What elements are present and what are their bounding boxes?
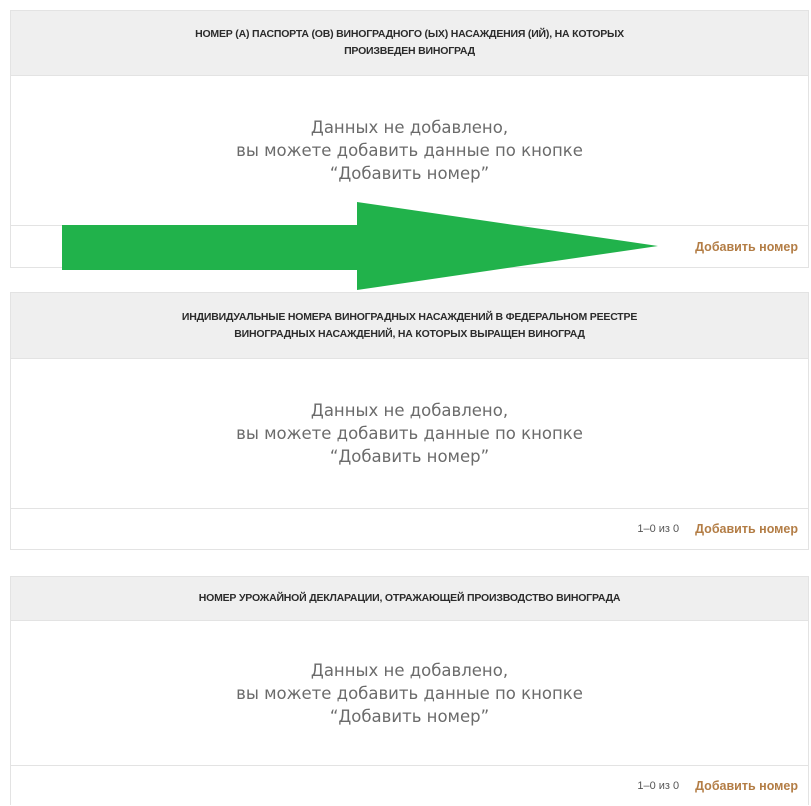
add-number-button[interactable]: Добавить номер — [695, 522, 798, 536]
registry-numbers-panel: ИНДИВИДУАЛЬНЫЕ НОМЕРА ВИНОГРАДНЫХ НАСАЖД… — [10, 292, 809, 550]
panel-title-line: ИНДИВИДУАЛЬНЫЕ НОМЕРА ВИНОГРАДНЫХ НАСАЖД… — [181, 310, 638, 323]
panel-header: НОМЕР УРОЖАЙНОЙ ДЕКЛАРАЦИИ, ОТРАЖАЮЩЕЙ П… — [11, 577, 808, 621]
panel-title: НОМЕР УРОЖАЙНОЙ ДЕКЛАРАЦИИ, ОТРАЖАЮЩЕЙ П… — [199, 590, 621, 607]
panel-footer: 1–0 из 0 Добавить номер — [11, 509, 808, 549]
empty-state: Данных не добавлено, вы можете добавить … — [11, 76, 808, 226]
empty-state-line: Данных не добавлено, — [310, 118, 509, 137]
panel-title-line: ПРОИЗВЕДЕН ВИНОГРАД — [344, 45, 475, 57]
empty-state-line: вы можете добавить данные по кнопке — [236, 683, 583, 703]
empty-state-line: вы можете добавить данные по кнопке — [236, 424, 583, 443]
empty-state: Данных не добавлено, вы можете добавить … — [11, 359, 808, 509]
panel-title-line: ВИНОГРАДНЫХ НАСАЖДЕНИЙ, НА КОТОРЫХ ВЫРАЩ… — [234, 327, 585, 340]
panel-title-line: НОМЕР УРОЖАЙНОЙ ДЕКЛАРАЦИИ, ОТРАЖАЮЩЕЙ П… — [198, 592, 621, 604]
empty-state-message: Данных не добавлено, вы можете добавить … — [236, 116, 583, 185]
panel-footer: 1–0 из 0 Добавить номер — [11, 766, 808, 806]
pagination-info: 1–0 из 0 — [637, 523, 680, 535]
panel-title-line: НОМЕР (А) ПАСПОРТА (ОВ) ВИНОГРАДНОГО (ЫХ… — [195, 28, 624, 40]
panel-title: ИНДИВИДУАЛЬНЫЕ НОМЕРА ВИНОГРАДНЫХ НАСАЖД… — [182, 309, 637, 343]
empty-state-line: “Добавить номер” — [329, 447, 490, 466]
empty-state-line: вы можете добавить данные по кнопке — [236, 141, 583, 160]
empty-state-line: “Добавить номер” — [329, 164, 490, 183]
empty-state-line: “Добавить номер” — [329, 706, 490, 726]
empty-state: Данных не добавлено, вы можете добавить … — [11, 621, 808, 766]
add-number-button[interactable]: Добавить номер — [695, 779, 798, 793]
panel-footer: Добавить номер — [11, 226, 808, 267]
empty-state-message: Данных не добавлено, вы можете добавить … — [236, 399, 583, 468]
add-number-button[interactable]: Добавить номер — [695, 240, 798, 254]
empty-state-line: Данных не добавлено, — [310, 660, 509, 680]
panel-header: НОМЕР (А) ПАСПОРТА (ОВ) ВИНОГРАДНОГО (ЫХ… — [11, 11, 808, 76]
panel-title: НОМЕР (А) ПАСПОРТА (ОВ) ВИНОГРАДНОГО (ЫХ… — [195, 26, 624, 60]
pagination-info: 1–0 из 0 — [637, 780, 680, 792]
empty-state-line: Данных не добавлено, — [310, 401, 509, 420]
empty-state-message: Данных не добавлено, вы можете добавить … — [236, 659, 583, 728]
panel-header: ИНДИВИДУАЛЬНЫЕ НОМЕРА ВИНОГРАДНЫХ НАСАЖД… — [11, 293, 808, 359]
harvest-declaration-panel: НОМЕР УРОЖАЙНОЙ ДЕКЛАРАЦИИ, ОТРАЖАЮЩЕЙ П… — [10, 576, 809, 805]
passport-numbers-panel: НОМЕР (А) ПАСПОРТА (ОВ) ВИНОГРАДНОГО (ЫХ… — [10, 10, 809, 268]
